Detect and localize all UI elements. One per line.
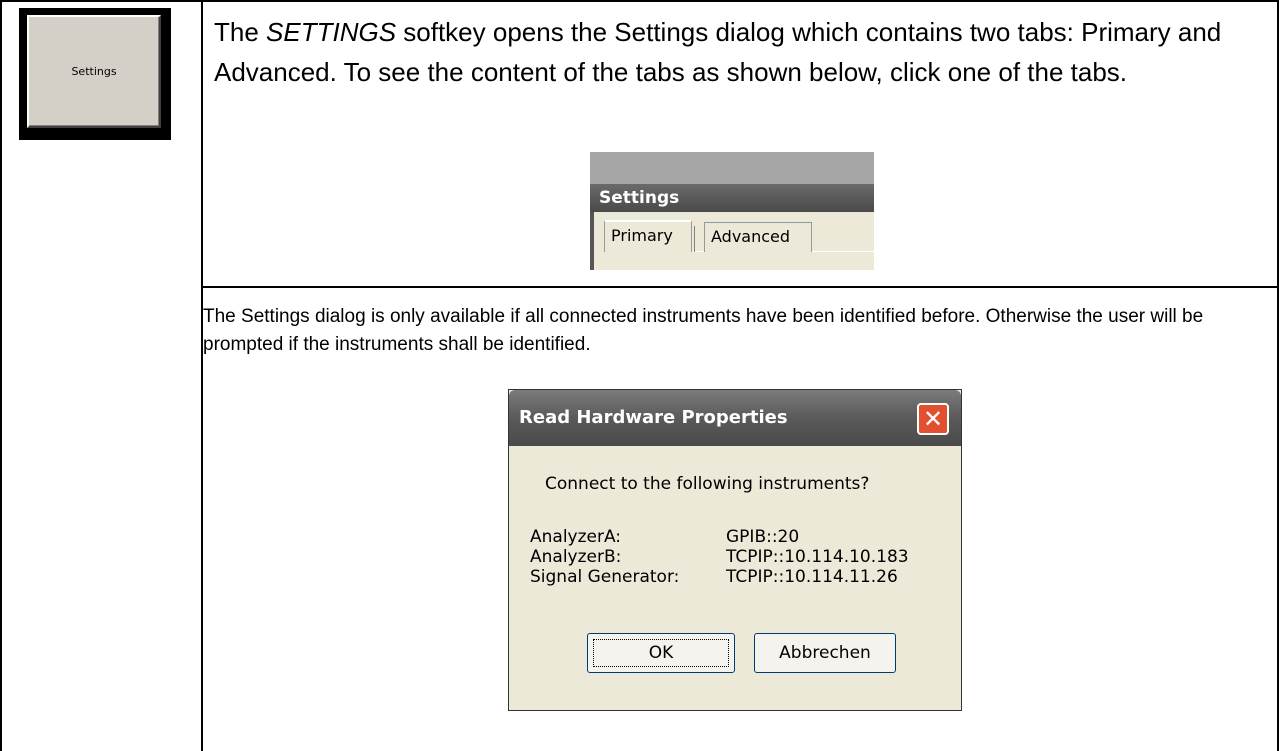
- instrument-list: AnalyzerA: GPIB::20 AnalyzerB: TCPIP::10…: [530, 527, 940, 587]
- instrument-row: AnalyzerB: TCPIP::10.114.10.183: [530, 547, 940, 567]
- settings-window-title: Settings: [590, 184, 874, 212]
- settings-window-screenshot: Settings Primary Advanced: [590, 152, 874, 270]
- table-border-column-divider: [201, 0, 203, 751]
- cancel-button[interactable]: Abbrechen: [754, 633, 896, 673]
- settings-softkey-button[interactable]: Settings: [27, 15, 161, 128]
- instrument-row: Signal Generator: TCPIP::10.114.11.26: [530, 567, 940, 587]
- table-border-left: [0, 0, 2, 751]
- tab-primary[interactable]: Primary: [604, 220, 692, 252]
- read-hardware-properties-dialog: Read Hardware Properties ✕ Connect to th…: [508, 389, 962, 711]
- tab-advanced[interactable]: Advanced: [704, 222, 812, 252]
- window-left-edge: [590, 212, 594, 270]
- row-divider-1: [201, 286, 1279, 288]
- instrument-row: AnalyzerA: GPIB::20: [530, 527, 940, 547]
- ok-button[interactable]: OK: [587, 633, 735, 673]
- intro-paragraph: The SETTINGS softkey opens the Settings …: [214, 12, 1264, 92]
- instrument-address: TCPIP::10.114.10.183: [726, 547, 909, 567]
- instrument-name: AnalyzerB:: [530, 547, 622, 567]
- tab-separator: [694, 226, 695, 252]
- close-icon[interactable]: ✕: [917, 403, 949, 435]
- intro-italic-term: SETTINGS: [266, 17, 397, 47]
- softkey-bevel: [29, 17, 159, 126]
- instrument-address: TCPIP::10.114.11.26: [726, 567, 898, 587]
- intro-text-start: The: [214, 17, 267, 47]
- instrument-name: AnalyzerA:: [530, 527, 622, 547]
- dialog-question: Connect to the following instruments?: [545, 474, 870, 494]
- note-paragraph: The Settings dialog is only available if…: [203, 306, 1204, 355]
- table-border-top: [0, 0, 1279, 2]
- dialog-titlebar: Read Hardware Properties ✕: [509, 390, 961, 446]
- instrument-address: GPIB::20: [726, 527, 800, 547]
- ok-button-label: OK: [593, 639, 729, 667]
- dialog-title: Read Hardware Properties: [519, 407, 788, 428]
- screenshot-background: [590, 152, 874, 184]
- instrument-name: Signal Generator:: [530, 567, 680, 587]
